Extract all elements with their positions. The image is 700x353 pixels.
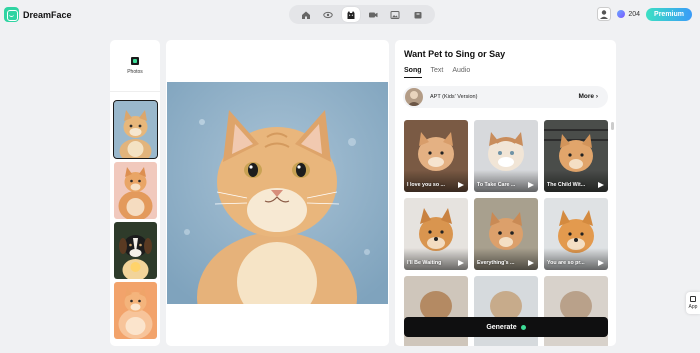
nav-video[interactable]	[364, 7, 382, 22]
tab-song[interactable]: Song	[404, 67, 422, 78]
photo-sidebar: Photos	[110, 40, 160, 346]
generate-button[interactable]: Generate	[404, 317, 608, 337]
photos-icon	[131, 56, 139, 65]
nav-face[interactable]	[319, 7, 337, 22]
photo-thumbnail[interactable]	[113, 100, 158, 159]
sing-panel: Want Pet to Sing or Say Song Text Audio …	[395, 40, 616, 346]
app-icon	[690, 296, 696, 302]
card-shade	[544, 248, 608, 270]
play-icon[interactable]	[598, 260, 604, 266]
photo-thumbnail[interactable]	[114, 162, 157, 219]
song-title: Everything's ...	[477, 260, 515, 266]
app-download-button[interactable]: App	[686, 292, 700, 314]
nav-tools[interactable]	[409, 7, 427, 22]
eye-icon	[323, 11, 334, 18]
panel-title: Want Pet to Sing or Say	[404, 49, 506, 59]
box-icon	[414, 11, 422, 18]
photo-thumbnail[interactable]	[114, 222, 157, 279]
coin-icon	[617, 10, 626, 18]
credits-value: 204	[628, 10, 641, 18]
card-shade	[544, 170, 608, 192]
song-card[interactable]: The Child Wit...	[544, 120, 608, 192]
selected-song-name: APT (Kids' Version)	[430, 94, 478, 100]
credits-counter[interactable]: 204	[617, 10, 640, 18]
song-grid: I love you so ... To Take Care ... The C…	[404, 120, 608, 346]
card-shade	[474, 170, 538, 192]
home-icon	[302, 11, 311, 19]
play-icon[interactable]	[458, 182, 464, 188]
song-title: To Take Care ...	[477, 182, 516, 188]
cat-icon	[347, 10, 355, 19]
song-card[interactable]: To Take Care ...	[474, 120, 538, 192]
logo[interactable]: DreamFace	[4, 7, 72, 22]
photos-label: Photos	[127, 68, 143, 75]
app-name: DreamFace	[23, 9, 72, 20]
video-icon	[369, 12, 378, 17]
main-nav	[289, 5, 435, 24]
top-bar: DreamFace 204 Premium	[0, 0, 700, 30]
card-shade	[474, 248, 538, 270]
photos-tab[interactable]: Photos	[110, 40, 160, 92]
user-avatar[interactable]	[597, 7, 612, 21]
photo-thumbnail[interactable]	[114, 282, 157, 339]
nav-image[interactable]	[386, 7, 404, 22]
play-icon[interactable]	[528, 260, 534, 266]
app-label: App	[688, 304, 698, 310]
grid-scrollbar[interactable]	[611, 122, 614, 130]
premium-button[interactable]: Premium	[646, 7, 692, 21]
song-cover	[405, 88, 423, 106]
play-icon[interactable]	[458, 260, 464, 266]
card-shade	[404, 248, 468, 270]
more-button[interactable]: More ›	[578, 93, 598, 100]
song-title: You are so pr...	[547, 260, 585, 266]
chevron-right-icon: ›	[595, 93, 598, 100]
song-title: I'll Be Waiting	[407, 260, 442, 266]
play-icon[interactable]	[598, 182, 604, 188]
logo-icon	[4, 7, 19, 22]
play-icon[interactable]	[528, 182, 534, 188]
preview-canvas	[166, 40, 389, 346]
song-title: I love you so ...	[407, 182, 445, 188]
nav-home[interactable]	[297, 7, 315, 22]
sparkle-icon	[520, 324, 526, 330]
tab-text[interactable]: Text	[431, 67, 444, 78]
selected-song-row[interactable]: APT (Kids' Version) More ›	[403, 86, 608, 108]
more-label: More	[578, 93, 595, 100]
mode-tabs: Song Text Audio	[404, 67, 470, 78]
song-card[interactable]: You are so pr...	[544, 198, 608, 270]
image-icon	[390, 10, 400, 19]
nav-pet[interactable]	[341, 7, 360, 22]
song-card[interactable]: Everything's ...	[474, 198, 538, 270]
generate-label: Generate	[486, 323, 517, 331]
song-title: The Child Wit...	[547, 182, 586, 188]
pet-photo	[167, 82, 388, 304]
tab-audio[interactable]: Audio	[452, 67, 470, 78]
card-shade	[404, 170, 468, 192]
song-card[interactable]: I'll Be Waiting	[404, 198, 468, 270]
header-actions: 204 Premium	[597, 7, 692, 21]
user-icon	[597, 7, 612, 21]
song-card[interactable]: I love you so ...	[404, 120, 468, 192]
